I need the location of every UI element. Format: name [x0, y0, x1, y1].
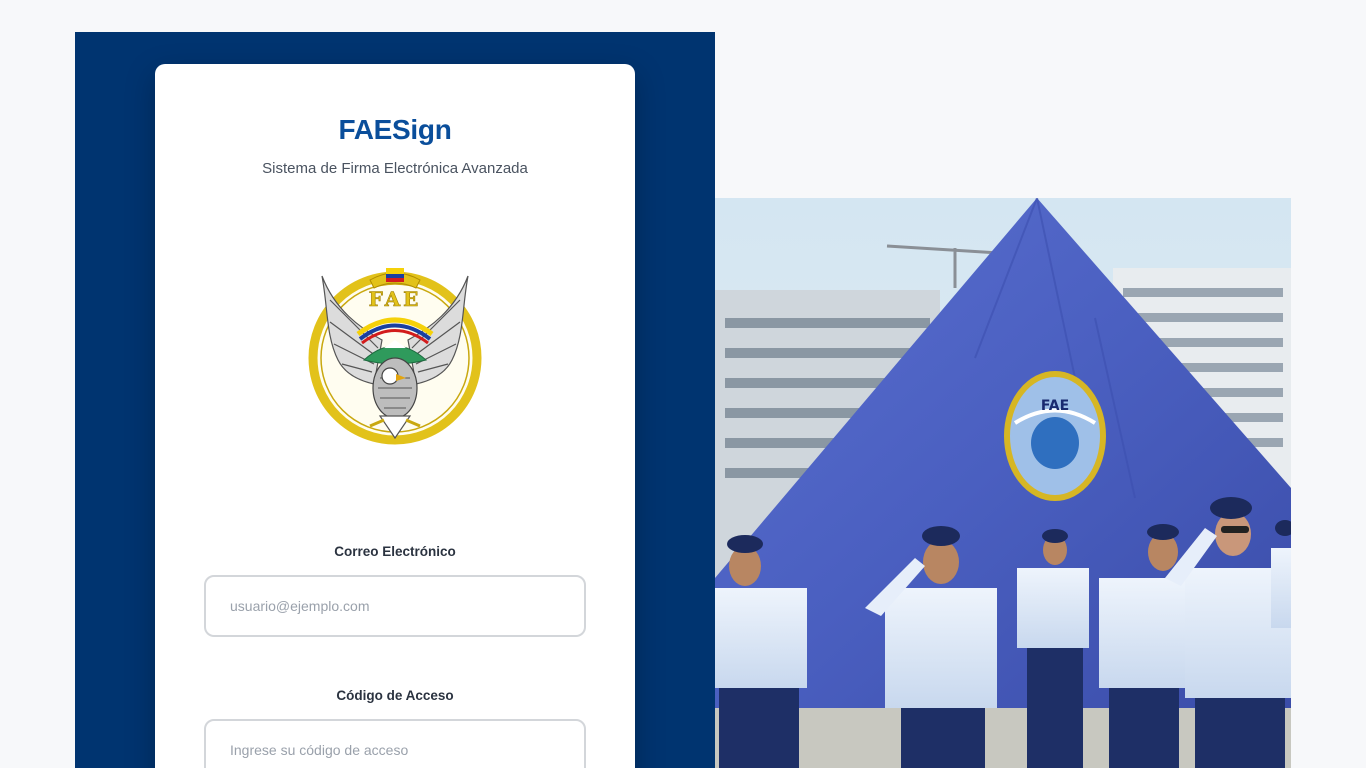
- email-input[interactable]: [204, 575, 586, 637]
- email-label: Correo Electrónico: [334, 544, 456, 559]
- login-page: FAESign Sistema de Firma Electrónica Ava…: [0, 0, 1366, 768]
- login-card: FAESign Sistema de Firma Electrónica Ava…: [155, 64, 635, 768]
- flag-emblem-icon: FAE: [1004, 371, 1106, 501]
- app-subtitle: Sistema de Firma Electrónica Avanzada: [262, 160, 528, 177]
- brand-panel: FAESign Sistema de Firma Electrónica Ava…: [75, 32, 715, 768]
- fae-emblem-logo: FAE: [308, 268, 482, 445]
- ceremony-photo: FAE: [715, 198, 1291, 768]
- access-code-input[interactable]: [204, 719, 586, 768]
- svg-text:FAE: FAE: [1041, 398, 1069, 414]
- app-title: FAESign: [338, 114, 452, 145]
- svg-text:FAE: FAE: [369, 287, 422, 311]
- access-code-label: Código de Acceso: [336, 688, 454, 703]
